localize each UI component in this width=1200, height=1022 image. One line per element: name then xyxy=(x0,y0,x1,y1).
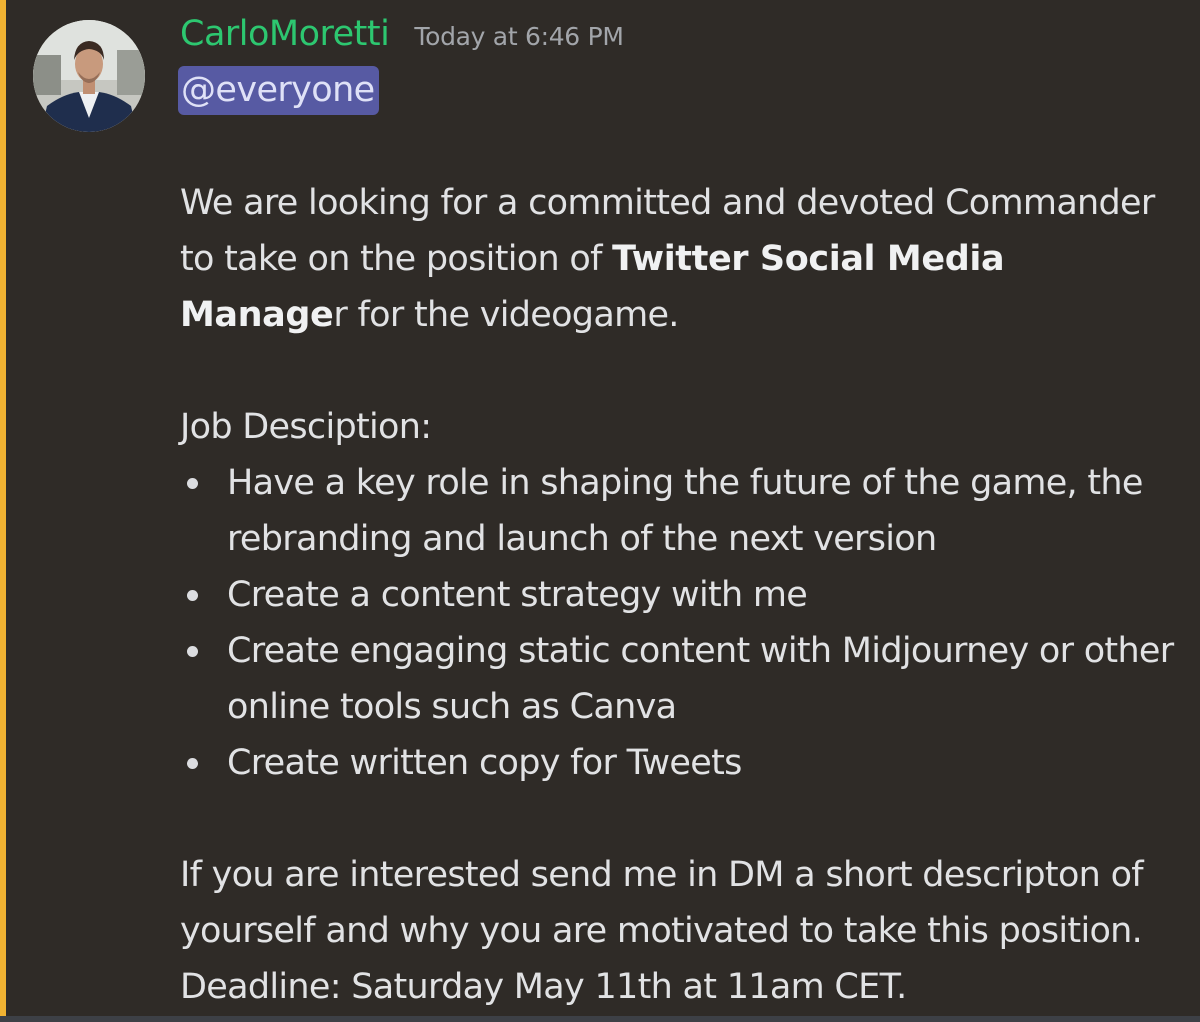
divider xyxy=(0,1016,1200,1022)
intro-text-end: r for the videogame. xyxy=(333,295,679,335)
chat-message: CarloMoretti Today at 6:46 PM @everyone … xyxy=(0,0,1200,1022)
message-header: CarloMoretti Today at 6:46 PM xyxy=(180,14,624,60)
bullet-icon xyxy=(187,758,198,769)
mention-highlight-bar xyxy=(0,0,6,1022)
bullet-icon xyxy=(187,478,198,489)
everyone-mention[interactable]: @everyone xyxy=(178,66,379,115)
avatar[interactable] xyxy=(33,20,145,132)
bullet-text: Create written copy for Tweets xyxy=(227,743,742,783)
list-item: Create written copy for Tweets xyxy=(180,735,1180,791)
list-item: Create engaging static content with Midj… xyxy=(180,623,1180,735)
message-content: We are looking for a committed and devot… xyxy=(180,175,1180,1015)
bullet-icon xyxy=(187,646,198,657)
message-timestamp: Today at 6:46 PM xyxy=(414,22,624,51)
author-name[interactable]: CarloMoretti xyxy=(180,14,390,54)
bullet-text: Create a content strategy with me xyxy=(227,575,808,615)
job-bullet-list: Have a key role in shaping the future of… xyxy=(180,455,1180,791)
bullet-text: Have a key role in shaping the future of… xyxy=(227,463,1143,559)
job-heading: Job Desciption: xyxy=(180,407,432,447)
list-item: Create a content strategy with me xyxy=(180,567,1180,623)
intro-paragraph: We are looking for a committed and devot… xyxy=(180,175,1180,343)
bullet-text: Create engaging static content with Midj… xyxy=(227,631,1174,727)
closing-paragraph: If you are interested send me in DM a sh… xyxy=(180,855,1144,1007)
list-item: Have a key role in shaping the future of… xyxy=(180,455,1180,567)
bullet-icon xyxy=(187,590,198,601)
